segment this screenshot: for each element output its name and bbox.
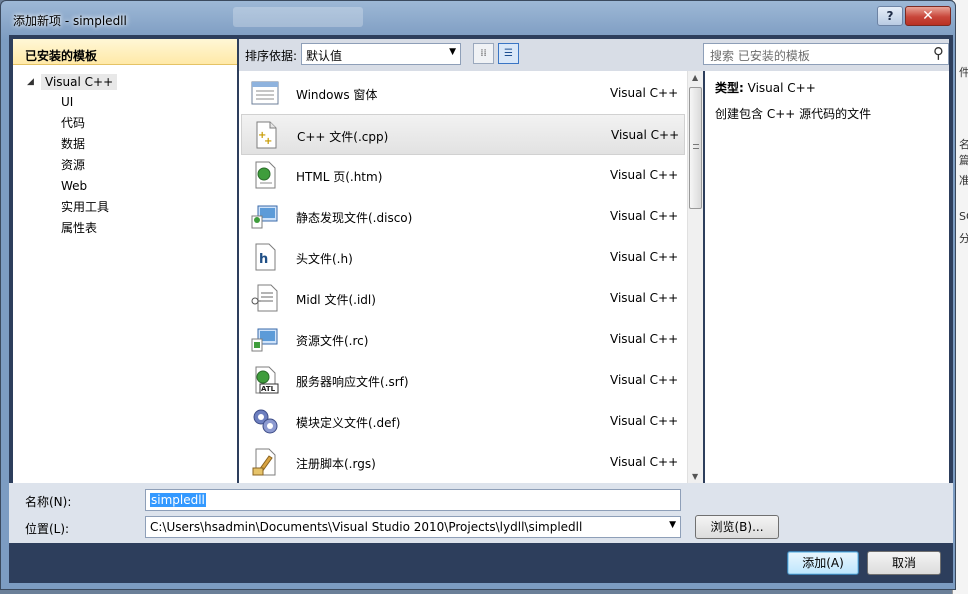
cpp-file-icon: + +	[256, 121, 277, 149]
template-toolbar: 排序依据: 默认值 ▼ ⁞⁞ ☰ 搜索 已安装的模板 ⚲	[239, 39, 949, 71]
template-name: C++ 文件(.cpp)	[297, 130, 389, 144]
resource-file-icon	[251, 328, 278, 352]
template-description: 创建包含 C++ 源代码的文件	[715, 107, 872, 121]
thumb-grip-icon	[693, 144, 699, 149]
list-item[interactable]: Midl 文件(.idl) Visual C++	[241, 278, 685, 319]
tree-node-visual-cpp[interactable]: ◢ Visual C++	[13, 71, 237, 92]
svg-text:ATL: ATL	[261, 385, 276, 393]
dialog-client-area: 已安装的模板 ◢ Visual C++ UI 代码 数据 资源 Web 实用工具…	[9, 35, 953, 583]
template-language: Visual C++	[610, 332, 679, 346]
header-file-icon: h	[255, 243, 276, 271]
name-value: simpledll	[150, 493, 206, 507]
search-icon[interactable]: ⚲	[933, 44, 944, 62]
tree-node-code[interactable]: 代码	[13, 113, 237, 134]
template-name: 服务器响应文件(.srf)	[296, 375, 409, 389]
scroll-down-arrow-icon[interactable]: ▼	[692, 472, 698, 481]
type-value: Visual C++	[747, 81, 816, 95]
list-item[interactable]: Windows 窗体 Visual C++	[241, 73, 685, 114]
template-language: Visual C++	[611, 128, 680, 142]
svg-text:+: +	[264, 136, 272, 147]
midl-file-icon	[251, 284, 278, 312]
search-placeholder: 搜索 已安装的模板	[710, 49, 810, 63]
tree-node-resource[interactable]: 资源	[13, 155, 237, 176]
template-name: 注册脚本(.rgs)	[296, 457, 376, 471]
tree-node-utility[interactable]: 实用工具	[13, 197, 237, 218]
installed-templates-header[interactable]: 已安装的模板	[13, 39, 237, 65]
list-item[interactable]: h 头文件(.h) Visual C++	[241, 237, 685, 278]
item-properties-form: 名称(N): simpledll 位置(L): C:\Users\hsadmin…	[9, 483, 953, 543]
template-name: 头文件(.h)	[296, 252, 353, 266]
template-language: Visual C++	[610, 250, 679, 264]
template-language: Visual C++	[610, 86, 679, 100]
scrollbar-thumb[interactable]	[689, 87, 702, 209]
tree-node-data[interactable]: 数据	[13, 134, 237, 155]
tree-node-ui[interactable]: UI	[13, 92, 237, 113]
location-value: C:\Users\hsadmin\Documents\Visual Studio…	[150, 520, 583, 534]
template-name: 模块定义文件(.def)	[296, 416, 401, 430]
dropdown-arrow-icon: ▼	[449, 47, 456, 57]
expand-triangle-icon[interactable]: ◢	[27, 77, 41, 87]
list-item[interactable]: ATL 服务器响应文件(.srf) Visual C++	[241, 360, 685, 401]
add-new-item-dialog: 添加新项 - simpledll ? ✕ 已安装的模板 ◢ Visual C++…	[0, 0, 956, 590]
def-file-icon	[253, 409, 278, 434]
template-category-pane: 已安装的模板 ◢ Visual C++ UI 代码 数据 资源 Web 实用工具…	[13, 39, 237, 483]
window-title: 添加新项 - simpledll	[13, 14, 127, 28]
list-item[interactable]: 注册脚本(.rgs) Visual C++	[241, 442, 685, 483]
scroll-up-arrow-icon[interactable]: ▲	[692, 73, 698, 82]
list-item[interactable]: HTML 页(.htm) Visual C++	[241, 155, 685, 196]
small-icons-view-button[interactable]: ⁞⁞	[473, 43, 494, 64]
grid-view-icon: ⁞⁞	[480, 48, 487, 59]
template-list-scrollbar[interactable]: ▲ ▼	[687, 71, 703, 483]
dropdown-arrow-icon[interactable]: ▼	[669, 520, 676, 530]
browse-button[interactable]: 浏览(B)...	[695, 515, 779, 539]
tree-node-label: Visual C++	[41, 73, 118, 90]
list-view-icon: ☰	[504, 48, 513, 59]
template-details-pane: 类型: Visual C++ 创建包含 C++ 源代码的文件	[705, 71, 949, 483]
windows-form-icon	[251, 81, 279, 105]
list-item-selected[interactable]: + + C++ 文件(.cpp) Visual C++	[241, 114, 685, 155]
template-language: Visual C++	[610, 414, 679, 428]
list-item[interactable]: 模块定义文件(.def) Visual C++	[241, 401, 685, 442]
category-tree: ◢ Visual C++ UI 代码 数据 资源 Web 实用工具 属性表	[13, 65, 237, 239]
type-line: 类型: Visual C++	[715, 79, 939, 96]
list-item[interactable]: 资源文件(.rc) Visual C++	[241, 319, 685, 360]
template-language: Visual C++	[610, 291, 679, 305]
close-button[interactable]: ✕	[905, 6, 951, 26]
template-name: Midl 文件(.idl)	[296, 293, 376, 307]
template-language: Visual C++	[610, 168, 679, 182]
sort-label: 排序依据:	[245, 49, 298, 63]
template-name: HTML 页(.htm)	[296, 170, 383, 184]
title-bar-glass	[233, 7, 363, 27]
svg-text:h: h	[259, 252, 268, 267]
template-language: Visual C++	[610, 373, 679, 387]
template-language: Visual C++	[610, 455, 679, 469]
tree-node-web[interactable]: Web	[13, 176, 237, 197]
list-item[interactable]: 静态发现文件(.disco) Visual C++	[241, 196, 685, 237]
title-bar[interactable]: 添加新项 - simpledll ? ✕	[1, 1, 955, 35]
medium-icons-view-button[interactable]: ☰	[498, 43, 519, 64]
template-name: 静态发现文件(.disco)	[296, 211, 413, 225]
sort-dropdown[interactable]: 默认值 ▼	[301, 43, 461, 65]
cancel-button[interactable]: 取消	[867, 551, 941, 575]
template-search-input[interactable]: 搜索 已安装的模板 ⚲	[703, 43, 949, 65]
disco-file-icon	[251, 205, 278, 229]
template-list: Windows 窗体 Visual C++ + + C++ 文件(.cpp) V…	[239, 71, 703, 483]
tree-node-property-sheet[interactable]: 属性表	[13, 218, 237, 239]
template-name: Windows 窗体	[296, 88, 378, 102]
rgs-file-icon	[252, 448, 276, 476]
template-language: Visual C++	[610, 209, 679, 223]
html-page-icon	[255, 161, 276, 189]
help-button[interactable]: ?	[877, 6, 903, 26]
type-label: 类型:	[715, 81, 744, 95]
name-label: 名称(N):	[25, 495, 72, 509]
location-combobox[interactable]: C:\Users\hsadmin\Documents\Visual Studio…	[145, 516, 681, 538]
sort-value: 默认值	[306, 49, 343, 63]
srf-file-icon: ATL	[255, 366, 279, 394]
template-name: 资源文件(.rc)	[296, 334, 369, 348]
name-input[interactable]: simpledll	[145, 489, 681, 511]
add-button[interactable]: 添加(A)	[787, 551, 859, 575]
location-label: 位置(L):	[25, 522, 70, 536]
